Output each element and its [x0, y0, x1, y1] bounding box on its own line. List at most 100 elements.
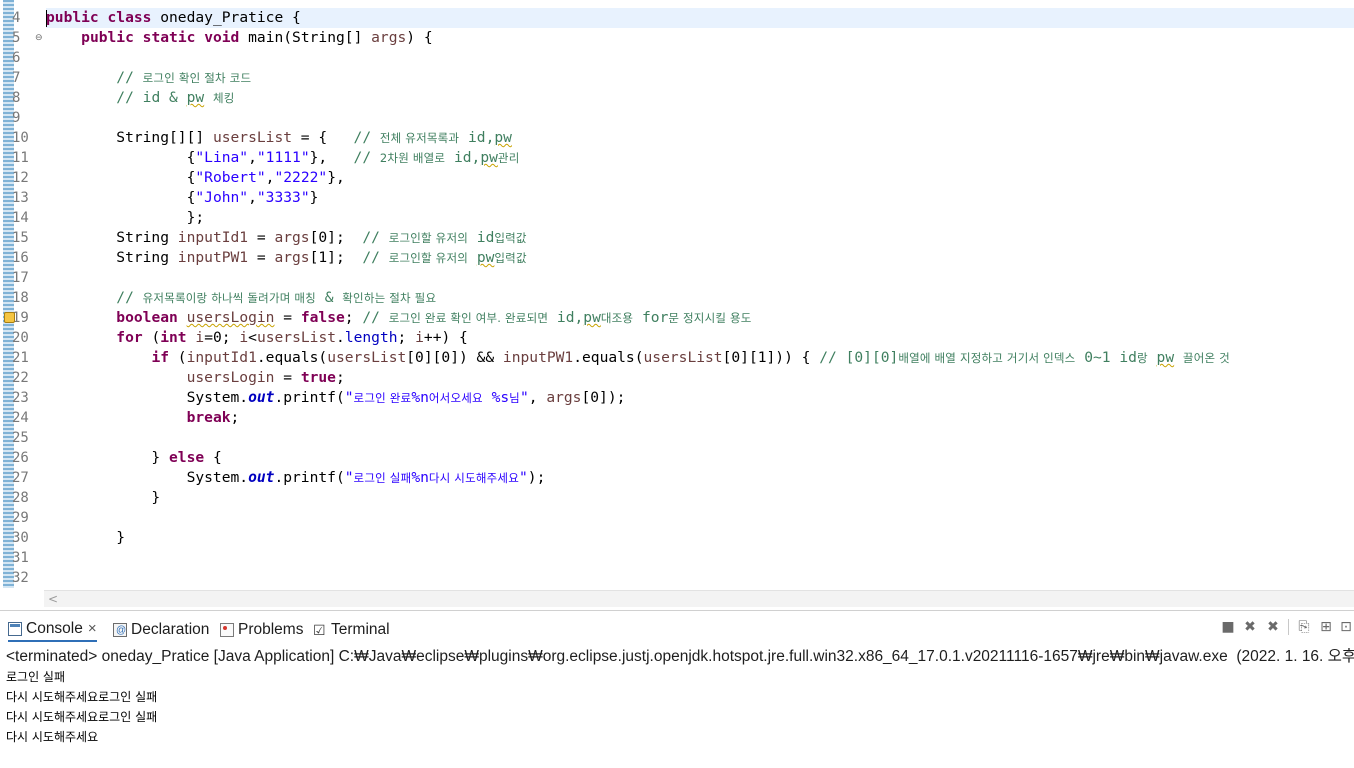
line-number: 27 [12, 470, 29, 486]
stop-icon[interactable]: ■ [1220, 619, 1236, 635]
code-line[interactable]: String[][] usersList = { // 전체 유저목록과 id,… [46, 128, 512, 148]
console-view: Console × Declaration Problems Terminal … [0, 610, 1354, 768]
code-token: usersList [256, 329, 337, 346]
code-token: boolean [116, 309, 178, 326]
code-token: out [248, 469, 275, 486]
code-token: args [274, 229, 310, 246]
close-icon[interactable]: × [88, 617, 97, 641]
code-token: [0][0]) && [406, 349, 503, 366]
code-token: false [300, 309, 345, 326]
code-token: 끌어온 것 [1182, 351, 1230, 365]
code-line[interactable]: } [46, 528, 125, 548]
code-token: }; [46, 209, 205, 226]
line-number: 30 [12, 530, 29, 546]
code-token: } [46, 489, 161, 506]
line-number: 18 [12, 290, 29, 306]
code-token: i [415, 329, 424, 346]
code-token: = [274, 369, 301, 386]
code-token: 님 [509, 391, 520, 405]
code-line[interactable]: } else { [46, 448, 221, 468]
remove-all-terminated-icon[interactable]: ✖ [1265, 619, 1281, 635]
code-token: System. [46, 389, 249, 406]
code-token: " [344, 389, 354, 406]
clear-console-icon[interactable]: ⎘ [1296, 619, 1312, 635]
console-output-line: 다시 시도해주세요로그인 실패 [6, 710, 158, 724]
code-token: 0~1 id [1075, 349, 1137, 366]
code-line[interactable]: break; [46, 408, 240, 428]
code-token: { [46, 189, 196, 206]
code-line[interactable]: {"Robert","2222"}, [46, 168, 345, 188]
horizontal-scrollbar[interactable]: < [44, 590, 1354, 607]
code-token: class [107, 9, 152, 26]
code-token: static [142, 29, 196, 46]
code-token: 배열에 배열 지정하고 거기서 인덱스 [898, 351, 1076, 365]
code-line[interactable]: }; [46, 208, 205, 228]
code-token: "Robert" [195, 169, 266, 186]
tab-console[interactable]: Console × [8, 618, 97, 642]
pin-console-icon[interactable]: ⊡ [1338, 619, 1354, 635]
line-number: 6 [12, 50, 21, 66]
code-line[interactable]: usersLogin = true; [46, 368, 345, 388]
scroll-lock-icon[interactable]: ⊞ [1318, 619, 1334, 635]
remove-launch-icon[interactable]: ✖ [1242, 619, 1258, 635]
console-output-line: 다시 시도해주세요 [6, 730, 99, 744]
tab-terminal[interactable]: Terminal [313, 618, 390, 642]
code-token: "3333" [256, 189, 310, 206]
code-line[interactable]: System.out.printf("로그인 실패%n다시 시도해주세요"); [46, 468, 546, 488]
code-line[interactable]: public class oneday_Pratice { [46, 8, 1354, 28]
code-token: if [151, 349, 170, 366]
tab-declaration[interactable]: Declaration [113, 618, 209, 643]
code-token: 체킹 [212, 91, 235, 105]
code-line[interactable]: // id & pw 체킹 [46, 88, 235, 108]
code-line[interactable]: } [46, 488, 160, 508]
tab-label: Terminal [331, 621, 390, 638]
code-token: 전체 유저목록과 [379, 131, 460, 145]
line-number: 21 [12, 350, 29, 366]
code-token: , [528, 389, 547, 406]
code-line[interactable]: {"John","3333"} [46, 188, 319, 208]
code-line[interactable]: if (inputId1.equals(usersList[0][0]) && … [46, 348, 1230, 368]
tab-problems[interactable]: Problems [220, 618, 303, 642]
code-token: pw [476, 249, 495, 266]
code-line[interactable]: String inputPW1 = args[1]; // 로그인할 유저의 p… [46, 248, 527, 268]
code-line[interactable]: // 유저목록이랑 하나씩 돌려가며 매칭 & 확인하는 절차 필요 [46, 288, 436, 308]
code-token: = [248, 229, 275, 246]
code-line[interactable]: System.out.printf("로그인 완료%n어서오세요 %s님", a… [46, 388, 626, 408]
code-token: [0]); [581, 389, 626, 406]
line-number: 14 [12, 210, 29, 226]
code-line[interactable]: String inputId1 = args[0]; // 로그인할 유저의 i… [46, 228, 527, 248]
code-token: args [546, 389, 582, 406]
code-editor[interactable]: 4 5 ⊖ 6 7 8 9 10 11 12 13 14 15 16 17 18 19 20 21 22 23 24 25 2… [0, 0, 1354, 610]
line-number: 29 [12, 510, 29, 526]
code-token: pw [1156, 349, 1175, 366]
fold-collapse-icon[interactable]: ⊖ [35, 28, 43, 48]
scroll-left-arrow-icon[interactable]: < [48, 591, 58, 607]
code-area[interactable]: public class oneday_Pratice { public sta… [46, 0, 1354, 590]
code-token: 로그인 완료 확인 여부. 완료되면 [388, 311, 549, 325]
terminal-icon [313, 618, 327, 642]
code-line[interactable]: // 로그인 확인 절차 코드 [46, 68, 251, 88]
code-token: %s [482, 389, 510, 406]
code-token: "2222" [274, 169, 328, 186]
code-token: .printf( [274, 389, 345, 406]
code-token: } [46, 449, 170, 466]
code-token: } [309, 189, 319, 206]
code-token: // [353, 129, 380, 146]
code-line[interactable]: for (int i=0; i<usersList.length; i++) { [46, 328, 468, 348]
code-token: id, [459, 129, 495, 146]
toolbar-separator [1288, 619, 1289, 635]
code-token: ) { [406, 29, 433, 46]
code-line[interactable]: boolean usersLogin = false; // 로그인 완료 확인… [46, 308, 752, 328]
warning-marker-icon[interactable] [4, 312, 15, 323]
code-token: 확인하는 절차 필요 [342, 291, 437, 305]
code-token: } [46, 529, 126, 546]
code-line[interactable]: {"Lina","1111"}, // 2차원 배열로 id,pw관리 [46, 148, 520, 168]
code-line[interactable]: public static void main(String[] args) { [46, 28, 433, 48]
